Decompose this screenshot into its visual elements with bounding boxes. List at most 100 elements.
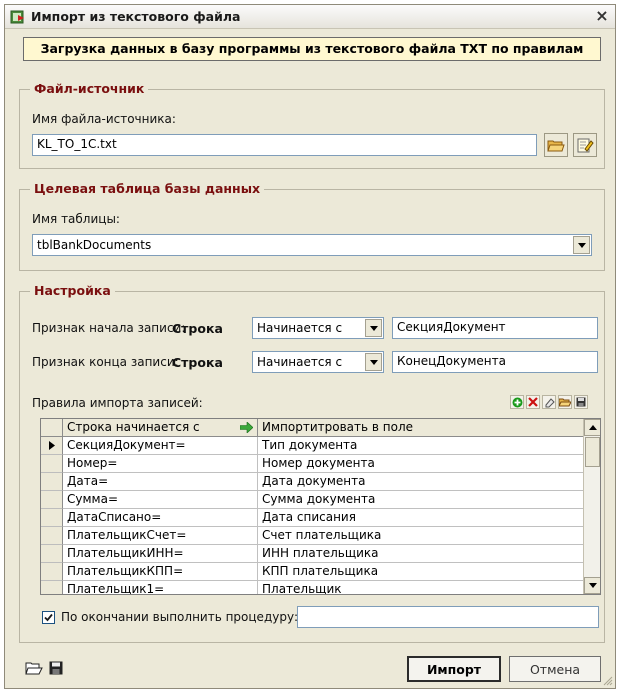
cell-import-field[interactable]: Счет плательщика [258, 527, 584, 545]
delete-icon [528, 397, 538, 407]
add-icon [512, 397, 522, 407]
table-row[interactable]: ПлательщикСчет= Счет плательщика [41, 527, 584, 545]
cell-line-starts[interactable]: ПлательщикИНН= [63, 545, 258, 563]
table-name-select[interactable]: tblBankDocuments [32, 234, 592, 256]
record-start-input[interactable]: СекцияДокумент [392, 317, 598, 339]
table-name-label: Имя таблицы: [32, 212, 120, 226]
table-row[interactable]: Номер= Номер документа [41, 455, 584, 473]
record-end-mode-value: Начинается с [257, 355, 343, 369]
import-button[interactable]: Импорт [407, 656, 501, 682]
chevron-down-icon[interactable] [365, 353, 382, 371]
save-icon [49, 661, 63, 675]
rules-toolbar [510, 395, 600, 409]
close-button[interactable]: × [593, 8, 611, 26]
open-file-button[interactable] [544, 133, 568, 157]
record-start-label: Признак начала записи: [32, 321, 186, 335]
arrow-up-icon [588, 425, 597, 430]
source-file-label: Имя файла-источника: [32, 112, 176, 126]
column-header-line-starts-label: Строка начинается с [67, 420, 200, 434]
record-end-label: Признак конца записи: [32, 355, 179, 369]
run-procedure-input[interactable] [297, 606, 599, 628]
cell-import-field[interactable]: Плательщик [258, 581, 584, 594]
run-procedure-checkbox[interactable] [42, 611, 55, 624]
record-end-mode-select[interactable]: Начинается с [252, 351, 384, 373]
column-header-line-starts[interactable]: Строка начинается с [63, 419, 258, 437]
record-start-mode-select[interactable]: Начинается с [252, 317, 384, 339]
chevron-down-icon[interactable] [573, 236, 590, 254]
cell-line-starts[interactable]: ПлательщикСчет= [63, 527, 258, 545]
arrow-down-icon [588, 583, 597, 588]
row-indicator[interactable] [41, 545, 63, 563]
table-row[interactable]: СекцияДокумент= Тип документа [41, 437, 584, 455]
table-row[interactable]: ПлательщикИНН= ИНН плательщика [41, 545, 584, 563]
record-start-mode-value: Начинается с [257, 321, 343, 335]
import-app-icon [10, 10, 24, 24]
row-indicator[interactable] [41, 563, 63, 581]
row-indicator[interactable] [41, 509, 63, 527]
table-row[interactable]: Дата= Дата документа [41, 473, 584, 491]
scroll-up-button[interactable] [584, 419, 600, 436]
row-indicator[interactable] [41, 455, 63, 473]
target-table-group: Целевая таблица базы данных Имя таблицы:… [19, 181, 605, 271]
cell-import-field[interactable]: ИНН плательщика [258, 545, 584, 563]
cell-import-field[interactable]: Дата документа [258, 473, 584, 491]
window-title: Импорт из текстового файла [31, 9, 241, 24]
resize-grip-icon[interactable] [601, 674, 613, 686]
table-row[interactable]: Плательщик1= Плательщик [41, 581, 584, 594]
clear-rules-button[interactable] [542, 395, 556, 409]
cell-line-starts[interactable]: Дата= [63, 473, 258, 491]
open-settings-button[interactable] [25, 660, 43, 676]
cell-line-starts[interactable]: Плательщик1= [63, 581, 258, 594]
scroll-thumb[interactable] [585, 437, 600, 467]
run-procedure-label: По окончании выполнить процедуру: [61, 610, 299, 624]
scroll-down-button[interactable] [584, 577, 600, 594]
delete-rule-button[interactable] [526, 395, 540, 409]
current-row-icon [49, 441, 55, 450]
cell-line-starts[interactable]: ПлательщикКПП= [63, 563, 258, 581]
grid-header-indicator [41, 419, 63, 437]
cell-import-field[interactable]: Тип документа [258, 437, 584, 455]
open-folder-icon [25, 662, 43, 675]
open-folder-icon [559, 398, 571, 407]
settings-legend: Настройка [30, 283, 115, 298]
cell-import-field[interactable]: Сумма документа [258, 491, 584, 509]
cell-import-field[interactable]: Номер документа [258, 455, 584, 473]
record-start-kind: Строка [172, 321, 223, 336]
cancel-button[interactable]: Отмена [509, 656, 601, 682]
record-end-input[interactable]: КонецДокумента [392, 351, 598, 373]
table-row[interactable]: ДатаСписано= Дата списания [41, 509, 584, 527]
cell-import-field[interactable]: КПП плательщика [258, 563, 584, 581]
eraser-icon [545, 397, 555, 407]
add-rule-button[interactable] [510, 395, 524, 409]
chevron-down-icon[interactable] [365, 319, 382, 337]
table-name-value: tblBankDocuments [37, 238, 152, 252]
cell-import-field[interactable]: Дата списания [258, 509, 584, 527]
open-folder-icon [547, 140, 565, 152]
row-indicator[interactable] [41, 491, 63, 509]
row-indicator[interactable] [41, 527, 63, 545]
save-settings-button[interactable] [49, 661, 63, 675]
source-file-legend: Файл-источник [30, 81, 149, 96]
arrow-right-icon [240, 422, 253, 433]
title-bar: Импорт из текстового файла × [5, 5, 615, 29]
grid-header: Строка начинается с Импортитровать в пол… [41, 419, 584, 437]
cell-line-starts[interactable]: Сумма= [63, 491, 258, 509]
row-indicator[interactable] [41, 473, 63, 491]
edit-file-button[interactable] [573, 133, 597, 157]
grid-vertical-scrollbar[interactable] [583, 419, 600, 594]
table-row[interactable]: ПлательщикКПП= КПП плательщика [41, 563, 584, 581]
load-rules-button[interactable] [558, 395, 572, 409]
row-indicator[interactable] [41, 581, 63, 594]
table-row[interactable]: Сумма= Сумма документа [41, 491, 584, 509]
import-rules-grid[interactable]: Строка начинается с Импортитровать в пол… [40, 418, 601, 595]
cell-line-starts[interactable]: ДатаСписано= [63, 509, 258, 527]
cell-line-starts[interactable]: Номер= [63, 455, 258, 473]
save-rules-button[interactable] [574, 395, 588, 409]
row-indicator[interactable] [41, 437, 63, 455]
cell-line-starts[interactable]: СекцияДокумент= [63, 437, 258, 455]
column-header-import-field[interactable]: Импортитровать в поле [258, 419, 584, 437]
import-dialog: Импорт из текстового файла × Загрузка да… [4, 4, 616, 689]
target-table-legend: Целевая таблица базы данных [30, 181, 265, 196]
record-end-kind: Строка [172, 355, 223, 370]
source-file-input[interactable]: KL_TO_1C.txt [32, 134, 537, 156]
